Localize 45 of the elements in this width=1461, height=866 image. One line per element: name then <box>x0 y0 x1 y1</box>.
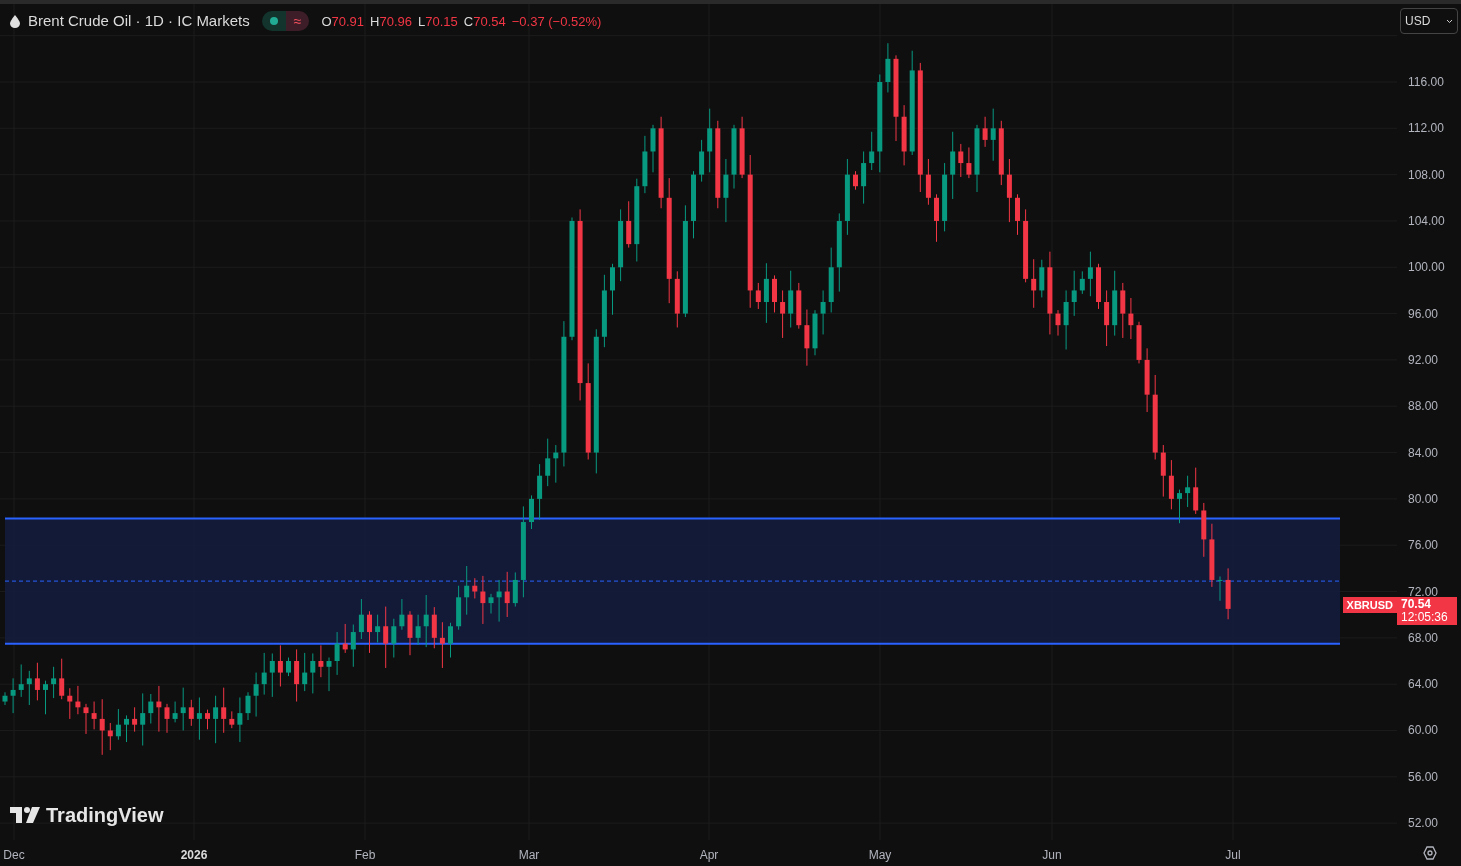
price-tick: 60.00 <box>1408 722 1439 739</box>
ohlc-label: O <box>321 12 332 31</box>
price-tick: 80.00 <box>1408 490 1439 507</box>
time-tick: May <box>868 847 892 864</box>
price-tick: 108.00 <box>1408 166 1445 183</box>
price-change: −0.37 (−0.52%) <box>511 12 602 31</box>
price-tick: 76.00 <box>1408 537 1439 554</box>
time-tick: Mar <box>518 847 540 864</box>
indicator-badge[interactable]: ≈ <box>285 11 310 32</box>
price-tick: 72.00 <box>1408 583 1439 599</box>
price-tick: 52.00 <box>1408 815 1439 832</box>
price-tick: 84.00 <box>1408 444 1439 461</box>
time-tick: Jul <box>1225 847 1241 864</box>
ohlc-value: 70.96 <box>379 12 412 31</box>
countdown: 12:05:36 <box>1401 611 1449 625</box>
price-tick: 112.00 <box>1408 120 1444 137</box>
last-price: 70.54 <box>1401 598 1433 612</box>
symbol-label: XBRUSD <box>1346 598 1393 614</box>
ohlc-label: L <box>418 12 426 31</box>
time-tick: Dec <box>3 847 25 864</box>
logo-icon <box>10 807 40 823</box>
currency-select[interactable]: USD <box>1400 8 1458 34</box>
time-tick: Apr <box>699 847 719 864</box>
ohlc-label: H <box>370 12 380 31</box>
ohlc-value: 70.15 <box>425 12 458 31</box>
price-tick: 56.00 <box>1408 768 1439 785</box>
time-tick: Jun <box>1042 847 1062 864</box>
time-tick: Feb <box>354 847 376 864</box>
price-tick: 64.00 <box>1408 676 1439 693</box>
settings-icon[interactable] <box>1423 846 1437 860</box>
ohlc-label: C <box>463 12 474 31</box>
ohlc-value: 70.54 <box>473 12 506 31</box>
price-tick: 92.00 <box>1408 351 1439 368</box>
time-tick: 2026 <box>180 847 208 864</box>
droplet-icon <box>10 14 20 28</box>
price-tick: 88.00 <box>1408 398 1439 415</box>
price-tick: 68.00 <box>1408 629 1439 646</box>
ohlc-value: 70.91 <box>331 12 365 31</box>
symbol-title: Brent Crude Oil · 1D · IC Markets <box>28 11 250 31</box>
price-tick: 96.00 <box>1408 305 1439 322</box>
chevron-down-icon <box>1446 18 1453 24</box>
price-tick: 116.00 <box>1408 74 1444 90</box>
price-tick: 100.00 <box>1408 259 1445 276</box>
logo-text: TradingView <box>46 803 164 828</box>
price-tick: 104.00 <box>1408 212 1445 229</box>
